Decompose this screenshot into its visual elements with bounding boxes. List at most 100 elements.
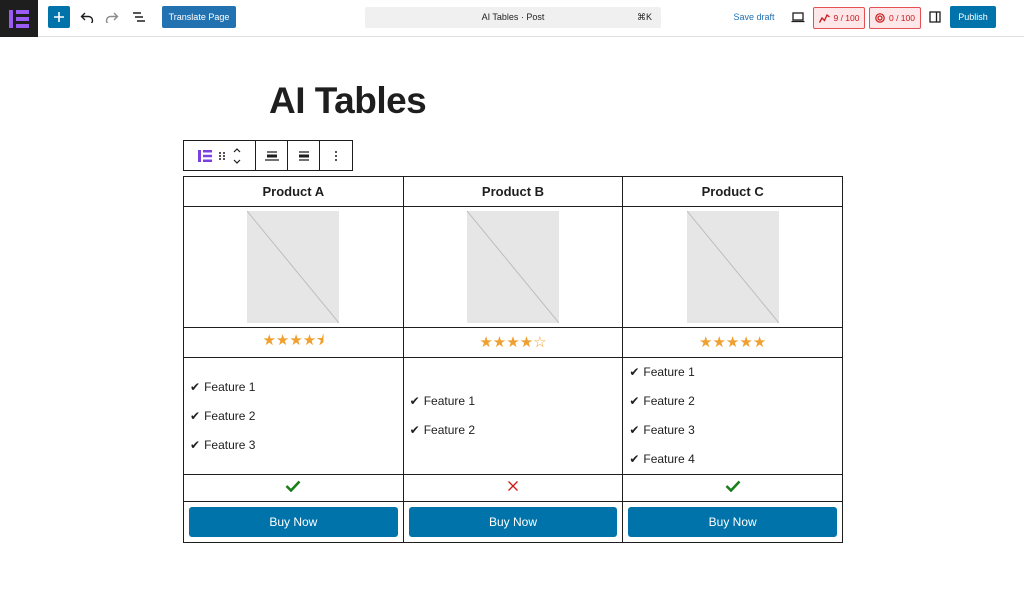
image-cell[interactable] xyxy=(622,206,843,328)
seo-score-button[interactable]: 9 / 100 xyxy=(813,7,865,29)
image-cell[interactable] xyxy=(402,206,624,328)
checkmark-icon: ✔ xyxy=(409,423,420,437)
green-check-icon xyxy=(285,480,301,493)
preview-button[interactable] xyxy=(788,8,808,26)
product-header[interactable]: Product A xyxy=(183,176,404,207)
elementor-logo-icon xyxy=(9,9,29,28)
feature-item: ✔ Feature 3 xyxy=(629,416,842,445)
button-row: Buy Now Buy Now Buy Now xyxy=(183,501,843,543)
rating-row: ★★★★⯨ ★★★★☆ ★★★★★ xyxy=(183,327,843,358)
checkmark-icon: ✔ xyxy=(409,394,420,408)
buy-now-button[interactable]: Buy Now xyxy=(628,507,837,537)
checkmark-icon: ✔ xyxy=(629,365,640,379)
block-type-group xyxy=(184,141,256,170)
feature-item: ✔ Feature 2 xyxy=(629,387,842,416)
feature-item: ✔ Feature 2 xyxy=(190,402,403,431)
star-rating: ★★★★☆ xyxy=(479,334,547,351)
more-options-button[interactable] xyxy=(320,141,352,170)
star-rating: ★★★★★ xyxy=(699,334,767,351)
button-cell: Buy Now xyxy=(402,501,624,543)
seo-chart-icon xyxy=(818,13,830,23)
feature-item: ✔ Feature 1 xyxy=(190,373,403,402)
undo-icon xyxy=(80,12,94,23)
button-cell: Buy Now xyxy=(183,501,404,543)
checkmark-icon: ✔ xyxy=(190,437,201,452)
features-cell[interactable]: ✔ Feature 1 ✔ Feature 2 ✔ Feature 3 ✔ Featur… xyxy=(622,357,843,475)
settings-sidebar-toggle[interactable] xyxy=(925,8,945,26)
feature-label: Feature 1 xyxy=(204,379,256,394)
product-header[interactable]: Product C xyxy=(622,176,843,207)
checkmark-icon: ✔ xyxy=(190,379,201,394)
red-cross-icon xyxy=(508,481,518,491)
align-center-icon xyxy=(298,150,309,161)
undo-button[interactable] xyxy=(77,7,97,27)
rating-cell: ★★★★☆ xyxy=(402,327,624,358)
features-cell[interactable]: ✔ Feature 1 ✔ Feature 2 ✔ Feature 3 xyxy=(183,357,404,475)
redo-button[interactable] xyxy=(102,7,122,27)
feature-label: Feature 1 xyxy=(423,394,476,408)
publish-button[interactable]: Publish xyxy=(950,6,996,28)
more-vertical-icon xyxy=(335,150,337,161)
green-check-icon xyxy=(725,480,741,493)
text-align-button[interactable] xyxy=(288,141,320,170)
readability-target-icon xyxy=(875,13,885,23)
availability-cell xyxy=(622,474,843,502)
document-title: AI Tables · Post xyxy=(481,12,545,22)
availability-cell xyxy=(402,474,624,502)
feature-label: Feature 2 xyxy=(204,408,256,423)
rating-cell: ★★★★★ xyxy=(622,327,843,358)
site-logo[interactable] xyxy=(0,0,38,37)
seo-score-value: 9 / 100 xyxy=(833,13,860,23)
feature-label: Feature 1 xyxy=(643,365,695,379)
feature-label: Feature 4 xyxy=(643,452,695,466)
features-cell[interactable]: ✔ Feature 1 ✔ Feature 2 xyxy=(402,357,624,475)
redo-icon xyxy=(105,12,119,23)
buy-now-button[interactable]: Buy Now xyxy=(189,507,398,537)
checkmark-icon: ✔ xyxy=(629,452,640,466)
add-block-button[interactable] xyxy=(48,6,70,28)
rating-cell: ★★★★⯨ xyxy=(183,327,404,358)
list-view-icon xyxy=(133,12,145,22)
feature-label: Feature 2 xyxy=(643,394,695,408)
feature-label: Feature 3 xyxy=(643,423,695,437)
block-toolbar xyxy=(183,140,353,171)
checkmark-icon: ✔ xyxy=(629,423,640,437)
sidebar-icon xyxy=(929,11,941,23)
feature-item: ✔ Feature 3 xyxy=(190,431,403,460)
button-cell: Buy Now xyxy=(622,501,843,543)
command-palette-bar[interactable]: AI Tables · Post ⌘K xyxy=(365,7,661,28)
checkmark-icon: ✔ xyxy=(190,408,201,423)
availability-row xyxy=(183,474,843,502)
post-title[interactable]: AI Tables xyxy=(269,80,427,122)
product-header[interactable]: Product B xyxy=(402,176,624,207)
features-row: ✔ Feature 1 ✔ Feature 2 ✔ Feature 3 ✔ Featur… xyxy=(183,357,843,475)
shortcut-hint: ⌘K xyxy=(636,12,652,22)
feature-item: ✔ Feature 2 xyxy=(410,416,623,445)
image-cell[interactable] xyxy=(183,206,404,328)
star-rating: ★★★★⯨ xyxy=(262,332,325,349)
image-placeholder xyxy=(686,211,779,323)
translate-page-button[interactable]: Translate Page xyxy=(162,6,236,28)
table-block-icon[interactable] xyxy=(197,149,212,162)
checkmark-icon: ✔ xyxy=(629,394,640,408)
plus-icon xyxy=(54,12,64,22)
align-button[interactable] xyxy=(256,141,288,170)
desktop-icon xyxy=(791,12,805,23)
image-placeholder xyxy=(466,211,559,323)
feature-label: Feature 3 xyxy=(204,437,256,452)
feature-item: ✔ Feature 1 xyxy=(629,358,842,387)
buy-now-button[interactable]: Buy Now xyxy=(408,507,618,537)
readability-score-value: 0 / 100 xyxy=(889,13,915,23)
image-row xyxy=(183,206,843,328)
save-draft-button[interactable]: Save draft xyxy=(728,9,780,25)
document-overview-button[interactable] xyxy=(129,7,149,27)
align-wide-icon xyxy=(264,150,279,161)
availability-cell xyxy=(183,474,404,502)
move-up-down-icon[interactable] xyxy=(232,147,242,165)
drag-handle-icon[interactable] xyxy=(218,151,226,161)
readability-score-button[interactable]: 0 / 100 xyxy=(869,7,921,29)
image-placeholder xyxy=(247,211,340,323)
header-row: Product A Product B Product C xyxy=(183,176,843,207)
feature-item: ✔ Feature 4 xyxy=(629,445,842,474)
comparison-table: Product A Product B Product C ★★★★⯨ ★★★★… xyxy=(183,176,843,543)
